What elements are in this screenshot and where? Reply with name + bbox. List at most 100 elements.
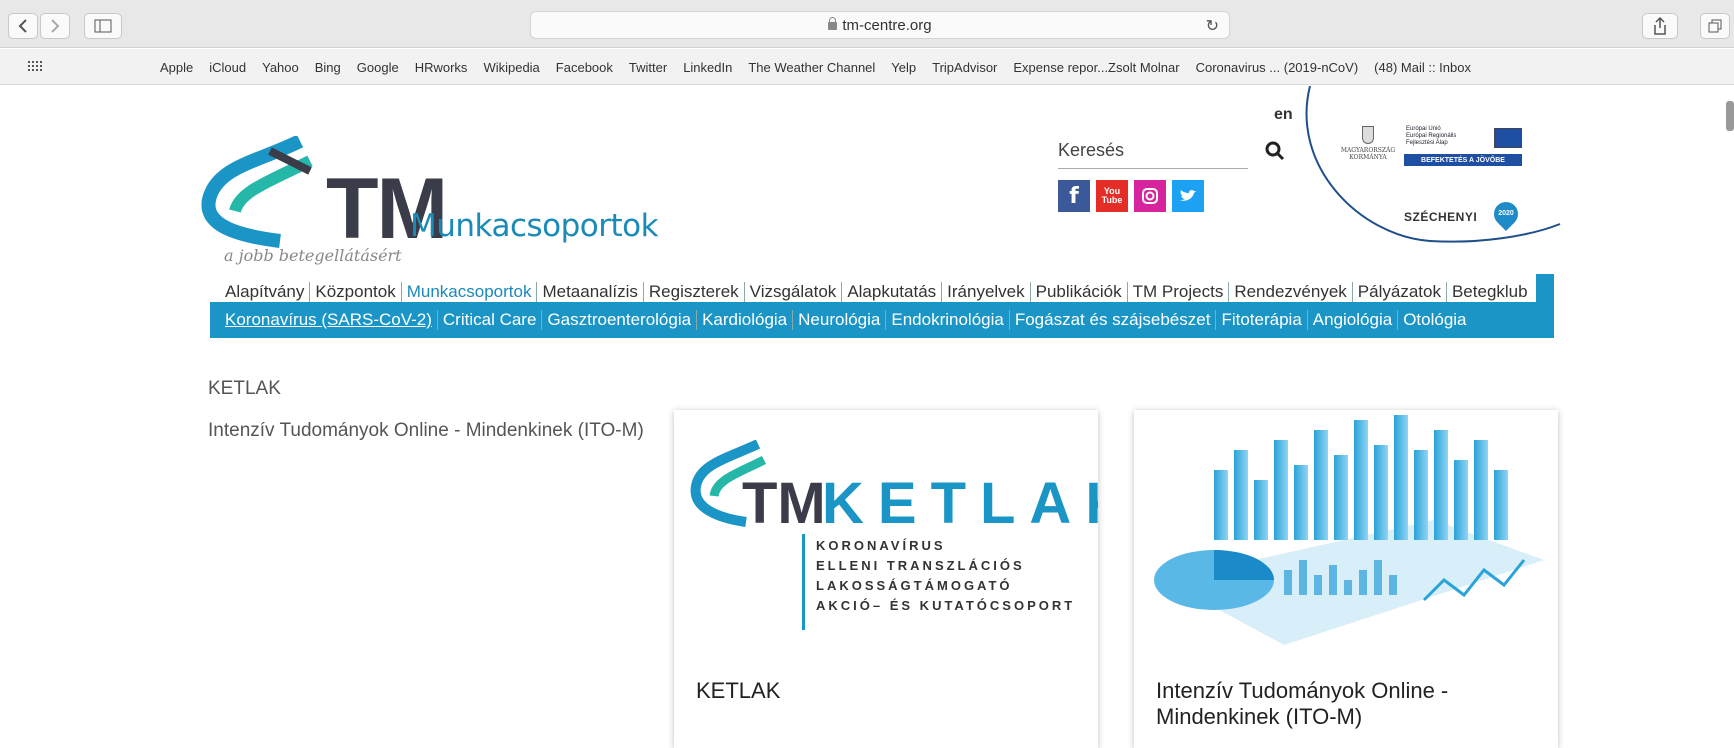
bookmark-item[interactable]: Google bbox=[357, 60, 399, 75]
sidebar-button[interactable] bbox=[84, 13, 122, 39]
bookmark-list: Apple iCloud Yahoo Bing Google HRworks Wikiped… bbox=[160, 49, 1471, 85]
card-itom[interactable]: Intenzív Tudományok Online - Mindenkinek… bbox=[1134, 410, 1558, 748]
nav-item[interactable]: Pályázatok bbox=[1351, 282, 1446, 302]
instagram-icon[interactable] bbox=[1134, 180, 1166, 212]
card-title[interactable]: KETLAK bbox=[696, 678, 780, 704]
reload-icon[interactable]: ↻ bbox=[1206, 16, 1219, 36]
eu-text: Európai Unió Európai Regionális Fejleszt… bbox=[1406, 126, 1457, 146]
nav-item[interactable]: Regiszterek bbox=[642, 282, 744, 302]
szechenyi-label: SZÉCHENYI bbox=[1404, 210, 1478, 224]
bookmark-item[interactable]: Twitter bbox=[629, 60, 667, 75]
ketlak-line: KORONAVÍRUS bbox=[816, 538, 946, 553]
subnav-item[interactable]: Fogászat és szájsebészet bbox=[1008, 310, 1216, 330]
chevron-right-icon bbox=[51, 19, 60, 33]
chevron-left-icon bbox=[18, 19, 27, 33]
left-link-ketlak[interactable]: KETLAK bbox=[208, 378, 281, 400]
youtube-label: You Tube bbox=[1101, 186, 1123, 205]
bookmark-item[interactable]: The Weather Channel bbox=[748, 60, 875, 75]
search-icon[interactable] bbox=[1265, 141, 1285, 161]
nav-item[interactable]: Irányelvek bbox=[941, 282, 1029, 302]
nav-item[interactable]: Metaanalízis bbox=[536, 282, 642, 302]
ketlak-logo-image: TM KETLAK KORONAVÍRUS ELLENI TRANSZLÁCIÓ… bbox=[674, 410, 1098, 650]
bookmark-item[interactable]: Coronavirus ... (2019-nCoV) bbox=[1196, 60, 1359, 75]
ketlak-logo-word: KETLAK bbox=[822, 471, 1098, 536]
left-link-itom[interactable]: Intenzív Tudományok Online - Mindenkinek… bbox=[208, 420, 644, 442]
site-logo[interactable]: TM Munkacsoportok a jobb betegellátásért bbox=[200, 116, 659, 266]
bookmark-item[interactable]: (48) Mail :: Inbox bbox=[1374, 60, 1471, 75]
eu-flag-icon bbox=[1494, 128, 1522, 148]
hungary-text: MAGYARORSZÁG KORMÁNYA bbox=[1340, 147, 1396, 161]
search-input[interactable]: Keresés bbox=[1058, 140, 1124, 161]
search-underline bbox=[1058, 168, 1248, 169]
bookmark-item[interactable]: HRworks bbox=[415, 60, 468, 75]
ketlak-divider bbox=[802, 534, 805, 630]
lock-icon bbox=[828, 17, 838, 30]
main-navigation: Alapítvány Központok Munkacsoportok Metaana… bbox=[210, 274, 1554, 338]
back-button[interactable] bbox=[8, 13, 38, 39]
grid-icon[interactable] bbox=[28, 61, 44, 73]
bookmark-item[interactable]: TripAdvisor bbox=[932, 60, 997, 75]
sidebar-icon bbox=[94, 19, 112, 33]
subnav-item[interactable]: Angiológia bbox=[1306, 310, 1397, 330]
szechenyi-year: 2020 bbox=[1498, 210, 1514, 217]
card-title[interactable]: Intenzív Tudományok Online - Mindenkinek… bbox=[1156, 678, 1536, 730]
subnav-item[interactable]: Critical Care bbox=[436, 310, 542, 330]
crest-icon bbox=[1362, 126, 1374, 144]
secondary-nav: Koronavírus (SARS-CoV-2) Critical Care Gas… bbox=[220, 310, 1472, 330]
primary-nav: Alapítvány Központok Munkacsoportok Metaana… bbox=[220, 282, 1533, 302]
nav-item[interactable]: Munkacsoportok bbox=[400, 282, 537, 302]
language-switch[interactable]: en bbox=[1274, 106, 1293, 124]
address-bar[interactable]: tm-centre.org ↻ bbox=[530, 11, 1230, 39]
hungary-crest: MAGYARORSZÁG KORMÁNYA bbox=[1340, 126, 1396, 161]
bookmark-item[interactable]: iCloud bbox=[209, 60, 246, 75]
instagram-glyph bbox=[1142, 188, 1158, 204]
bookmark-item[interactable]: LinkedIn bbox=[683, 60, 732, 75]
facebook-icon[interactable]: f bbox=[1058, 180, 1090, 212]
tabs-button[interactable] bbox=[1700, 13, 1730, 39]
forward-button[interactable] bbox=[40, 13, 70, 39]
ketlak-line: LAKOSSÁGTÁMOGATÓ bbox=[816, 578, 1013, 593]
nav-accent-tab bbox=[1536, 274, 1554, 302]
subnav-item[interactable]: Koronavírus (SARS-CoV-2) bbox=[220, 310, 437, 330]
nav-item[interactable]: Betegklub bbox=[1445, 282, 1533, 302]
nav-item[interactable]: Vizsgálatok bbox=[743, 282, 842, 302]
chart-illustration-image bbox=[1134, 410, 1558, 650]
bookmark-item[interactable]: Apple bbox=[160, 60, 193, 75]
subnav-item[interactable]: Endokrinológia bbox=[885, 310, 1008, 330]
bookmark-item[interactable]: Wikipedia bbox=[483, 60, 539, 75]
subnav-item[interactable]: Otológia bbox=[1397, 310, 1471, 330]
nav-item[interactable]: Publikációk bbox=[1029, 282, 1127, 302]
bookmarks-bar: Apple iCloud Yahoo Bing Google HRworks Wikiped… bbox=[0, 49, 1734, 131]
nav-item[interactable]: Rendezvények bbox=[1228, 282, 1351, 302]
ketlak-logo-tm: TM bbox=[742, 471, 826, 536]
nav-item[interactable]: Alapítvány bbox=[220, 282, 309, 302]
ketlak-line: ELLENI TRANSZLÁCIÓS bbox=[816, 558, 1025, 573]
bookmark-item[interactable]: Facebook bbox=[556, 60, 613, 75]
bird-glyph bbox=[1180, 189, 1196, 201]
twitter-icon[interactable] bbox=[1172, 180, 1204, 212]
bookmark-item[interactable]: Bing bbox=[315, 60, 341, 75]
bar-chart-illustration bbox=[1154, 415, 1544, 645]
social-links: f You Tube bbox=[1058, 180, 1204, 212]
page-content: TM Munkacsoportok a jobb betegellátásért… bbox=[0, 86, 1734, 748]
subnav-item[interactable]: Kardiológia bbox=[696, 310, 792, 330]
card-ketlak[interactable]: TM KETLAK KORONAVÍRUS ELLENI TRANSZLÁCIÓ… bbox=[674, 410, 1098, 748]
logo-tagline: a jobb betegellátásért bbox=[224, 246, 402, 265]
bookmark-item[interactable]: Yahoo bbox=[262, 60, 299, 75]
bookmark-item[interactable]: Yelp bbox=[891, 60, 916, 75]
share-icon bbox=[1654, 17, 1666, 35]
nav-item[interactable]: Alapkutatás bbox=[841, 282, 941, 302]
eu-badge-arc bbox=[1305, 86, 1561, 243]
youtube-icon[interactable]: You Tube bbox=[1096, 180, 1128, 212]
logo-subtitle: Munkacsoportok bbox=[410, 208, 659, 244]
nav-item[interactable]: Központok bbox=[309, 282, 400, 302]
bookmark-item[interactable]: Expense repor...Zsolt Molnar bbox=[1013, 60, 1179, 75]
subnav-item[interactable]: Fitoterápia bbox=[1215, 310, 1306, 330]
subnav-item[interactable]: Gasztroenterológia bbox=[541, 310, 696, 330]
ketlak-line: AKCIÓ– ÉS KUTATÓCSOPORT bbox=[816, 598, 1076, 613]
nav-item[interactable]: TM Projects bbox=[1126, 282, 1229, 302]
browser-toolbar: tm-centre.org ↻ bbox=[0, 0, 1734, 48]
eu-investment-label: BEFEKTETÉS A JÖVŐBE bbox=[1404, 154, 1522, 166]
share-button[interactable] bbox=[1642, 13, 1678, 39]
subnav-item[interactable]: Neurológia bbox=[792, 310, 885, 330]
